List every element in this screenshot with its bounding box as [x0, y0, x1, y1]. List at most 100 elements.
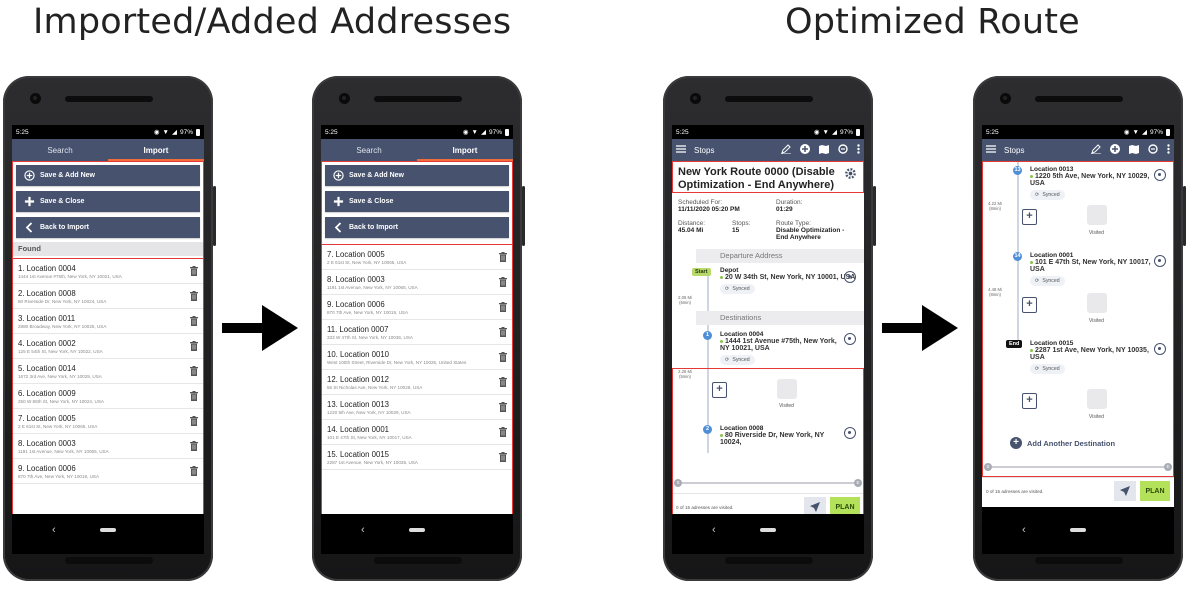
add-note-icon[interactable]: +	[712, 382, 727, 398]
add-circle-icon: +	[1010, 437, 1022, 449]
fingerprint-icon[interactable]	[1087, 293, 1107, 313]
location-name: 7. Location 0005	[18, 413, 76, 423]
steering-wheel-icon[interactable]	[1154, 169, 1166, 181]
nav-back-icon[interactable]: ‹	[52, 524, 56, 536]
trash-icon[interactable]	[498, 277, 507, 288]
tab-import[interactable]: Import	[417, 139, 513, 161]
depot-stop[interactable]: Start Depot 20 W 34th St, New York, NY 1…	[672, 263, 864, 311]
trash-icon[interactable]	[498, 377, 507, 388]
add-note-icon[interactable]: +	[1022, 209, 1037, 225]
location-row[interactable]: 5. Location 0014 1672 3rd Ave, New York, …	[13, 359, 203, 384]
wifi-icon: ▼	[471, 128, 478, 136]
menu-icon[interactable]	[676, 145, 688, 155]
edit-icon[interactable]	[1091, 144, 1101, 156]
location-row[interactable]: 15. Location 0015 2287 1st Avenue, New Yo…	[322, 445, 512, 470]
location-row[interactable]: 14. Location 0001 101 E 47th St, New York…	[322, 420, 512, 445]
tab-search[interactable]: Search	[321, 139, 417, 161]
map-icon[interactable]	[819, 144, 829, 156]
navigate-button[interactable]	[1114, 481, 1136, 501]
steering-wheel-icon[interactable]	[1154, 343, 1166, 355]
location-row[interactable]: 6. Location 0009 250 W 86th St, New York,…	[13, 384, 203, 409]
back-to-import-button[interactable]: Back to Import	[325, 217, 509, 238]
plan-button[interactable]: PLAN	[1140, 481, 1170, 501]
location-row[interactable]: 2. Location 0008 80 Riverside Dr, New Yor…	[13, 284, 203, 309]
settings-gear-icon[interactable]	[844, 167, 857, 185]
location-row[interactable]: 8. Location 0003 1191 1st Avenue, New Yor…	[322, 270, 512, 295]
location-row[interactable]: 3. Location 0011 2880 Broadway, New York,…	[13, 309, 203, 334]
trash-icon[interactable]	[189, 391, 198, 402]
add-note-icon[interactable]: +	[1022, 297, 1037, 313]
optimize-icon[interactable]	[1148, 144, 1158, 156]
menu-icon[interactable]	[986, 145, 998, 155]
stop-14[interactable]: 14 Location 0001 101 E 47th St, New York…	[982, 247, 1174, 335]
nav-back-icon[interactable]: ‹	[712, 524, 716, 536]
fingerprint-icon[interactable]	[777, 379, 797, 399]
fingerprint-icon[interactable]	[1087, 389, 1107, 409]
add-note-icon[interactable]: +	[1022, 393, 1037, 409]
trash-icon[interactable]	[498, 327, 507, 338]
trash-icon[interactable]	[498, 402, 507, 413]
trash-icon[interactable]	[189, 316, 198, 327]
trash-icon[interactable]	[189, 341, 198, 352]
location-text: 4. Location 0002 125 E 54th St, New York,…	[18, 339, 189, 354]
stop-1[interactable]: 1 Location 0004 1444 1st Avenue #75th, N…	[672, 325, 864, 423]
location-row[interactable]: 12. Location 0012 55 St Nicholas Ave, New…	[322, 370, 512, 395]
location-row[interactable]: 9. Location 0006 870 7th Ave, New York, N…	[13, 459, 203, 484]
distance-value: 45.04 Mi	[678, 227, 704, 234]
stop-15[interactable]: End Location 0015 2287 1st Ave, New York…	[982, 335, 1174, 431]
location-row[interactable]: 8. Location 0003 1191 1st Avenue, New Yor…	[13, 434, 203, 459]
nav-home-icon[interactable]	[100, 528, 116, 532]
nav-home-icon[interactable]	[1070, 528, 1086, 532]
nav-back-icon[interactable]: ‹	[1022, 524, 1026, 536]
timeline-scrollbar[interactable]: S E	[984, 463, 1172, 471]
location-row[interactable]: 1. Location 0004 1444 1st Avenue #75th, N…	[13, 259, 203, 284]
location-row[interactable]: 10. Location 0010 West 100th Street, Rive…	[322, 345, 512, 370]
more-vert-icon[interactable]	[1167, 144, 1170, 156]
save-add-new-button[interactable]: Save & Add New	[325, 165, 509, 186]
save-add-new-button[interactable]: Save & Add New	[16, 165, 200, 186]
steering-wheel-icon[interactable]	[844, 427, 856, 439]
trash-icon[interactable]	[189, 291, 198, 302]
trash-icon[interactable]	[189, 266, 198, 277]
save-close-button[interactable]: Save & Close	[325, 191, 509, 212]
trash-icon[interactable]	[498, 252, 507, 263]
add-stop-icon[interactable]	[800, 144, 810, 156]
navigation-arrow-icon	[1120, 486, 1130, 496]
trash-icon[interactable]	[498, 302, 507, 313]
edit-icon[interactable]	[781, 144, 791, 156]
stop-2[interactable]: 2 Location 0008 80 Riverside Dr, New Yor…	[672, 423, 864, 453]
nav-home-icon[interactable]	[409, 528, 425, 532]
stop-13[interactable]: 13 Location 0013 1220 5th Ave, New York,…	[982, 161, 1174, 247]
trash-icon[interactable]	[189, 466, 198, 477]
optimize-icon[interactable]	[838, 144, 848, 156]
tab-search[interactable]: Search	[12, 139, 108, 161]
location-row[interactable]: 11. Location 0007 333 W 47th St, New York…	[322, 320, 512, 345]
trash-icon[interactable]	[189, 416, 198, 427]
more-vert-icon[interactable]	[857, 144, 860, 156]
location-row[interactable]: 4. Location 0002 125 E 54th St, New York,…	[13, 334, 203, 359]
nav-home-icon[interactable]	[760, 528, 776, 532]
trash-icon[interactable]	[498, 427, 507, 438]
tab-import[interactable]: Import	[108, 139, 204, 161]
map-icon[interactable]	[1129, 144, 1139, 156]
trash-icon[interactable]	[189, 366, 198, 377]
add-stop-icon[interactable]	[1110, 144, 1120, 156]
location-row[interactable]: 7. Location 0005 2 E 61st St, New York, N…	[322, 245, 512, 270]
steering-wheel-icon[interactable]	[844, 333, 856, 345]
steering-wheel-icon[interactable]	[1154, 255, 1166, 267]
location-row[interactable]: 7. Location 0005 2 E 61st St, New York, N…	[13, 409, 203, 434]
nav-back-icon[interactable]: ‹	[361, 524, 365, 536]
trash-icon[interactable]	[189, 441, 198, 452]
steering-wheel-icon[interactable]	[844, 271, 856, 283]
timeline-scrollbar[interactable]: S E	[674, 479, 862, 487]
save-close-button[interactable]: Save & Close	[16, 191, 200, 212]
add-another-destination-button[interactable]: + Add Another Destination	[1010, 437, 1115, 449]
fingerprint-icon[interactable]	[1087, 205, 1107, 225]
location-row[interactable]: 9. Location 0006 870 7th Ave, New York, N…	[322, 295, 512, 320]
location-row[interactable]: 13. Location 0013 1220 5th Ave, New York,…	[322, 395, 512, 420]
trash-icon[interactable]	[498, 352, 507, 363]
trash-icon[interactable]	[498, 452, 507, 463]
scroll-start-cap: S	[984, 463, 992, 471]
stop-distance: 2.26 Mi (5min)	[678, 369, 692, 379]
back-to-import-button[interactable]: Back to Import	[16, 217, 200, 238]
